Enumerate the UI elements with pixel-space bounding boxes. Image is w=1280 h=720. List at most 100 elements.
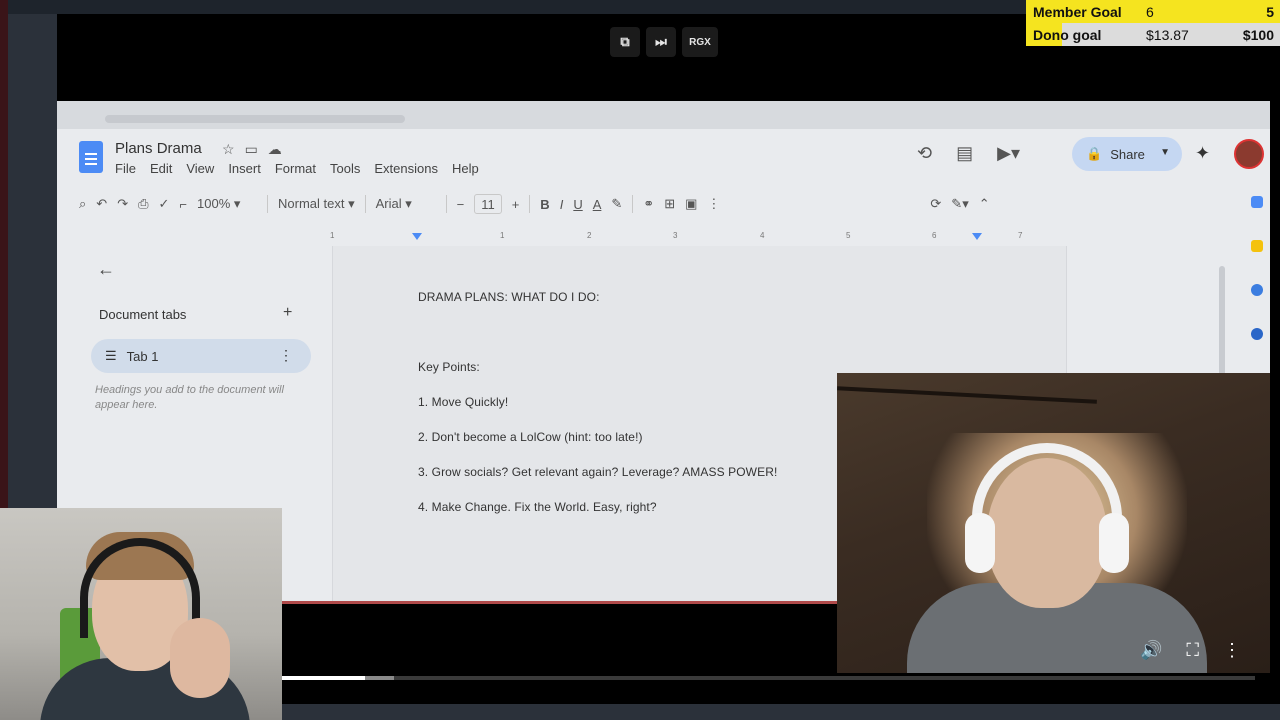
taskbar-strip <box>282 601 882 604</box>
guest-webcam <box>837 373 1270 673</box>
docs-logo-icon[interactable] <box>79 141 103 173</box>
fullscreen-icon[interactable]: ⛶ <box>1186 640 1199 661</box>
doc-item: 3. Grow socials? Get relevant again? Lev… <box>418 465 778 479</box>
tab-1[interactable]: ☰ Tab 1 ⋮ <box>91 339 311 373</box>
document-title[interactable]: Plans Drama <box>115 140 202 157</box>
dono-goal-target: $100 <box>1242 26 1274 43</box>
ruler[interactable]: 1 1 2 3 4 5 6 7 <box>330 231 1065 243</box>
tasks-icon[interactable] <box>1251 284 1263 296</box>
streamer-webcam <box>0 508 282 720</box>
lock-icon: 🔒 <box>1086 146 1103 161</box>
meet-icon[interactable]: ▶▾ <box>997 143 1020 164</box>
font-select[interactable]: Arial ▾ <box>376 196 436 212</box>
style-select[interactable]: Normal text ▾ <box>278 196 355 212</box>
undo-icon[interactable]: ↶ <box>96 196 107 212</box>
paint-format-icon[interactable]: ⌐ <box>179 197 187 212</box>
zoom-select[interactable]: 100% ▾ <box>197 196 257 212</box>
ruler-tick: 5 <box>846 231 851 240</box>
calendar-icon[interactable] <box>1251 196 1263 208</box>
decrease-font-icon[interactable]: − <box>457 197 465 212</box>
left-indent-marker[interactable] <box>412 233 422 240</box>
highlight-icon[interactable]: ✎ <box>611 196 622 212</box>
url-bar[interactable] <box>105 115 405 123</box>
redo-icon[interactable]: ↷ <box>117 196 128 212</box>
doc-item: 2. Don't become a LolCow (hint: too late… <box>418 430 643 444</box>
menu-tools[interactable]: Tools <box>330 161 360 176</box>
style-value: Normal text <box>278 196 345 211</box>
history-icon[interactable]: ⟲ <box>917 143 932 164</box>
font-value: Arial <box>375 196 402 211</box>
streamer-hand <box>170 618 230 698</box>
title-icons: ☆ ▭ ☁ <box>222 141 282 158</box>
contacts-icon[interactable] <box>1251 328 1263 340</box>
member-goal-label: Member Goal <box>1033 3 1122 20</box>
guest-earcup <box>1099 513 1129 573</box>
formatting-toolbar: ⌕ ↶ ↷ ⎙ ✓ ⌐ 100% ▾ Normal text ▾ Arial ▾… <box>79 191 1209 217</box>
link-icon[interactable]: ⚭ <box>643 196 654 212</box>
back-arrow-icon[interactable]: ← <box>97 259 115 280</box>
add-tab-icon[interactable]: + <box>283 304 292 322</box>
ruler-tick: 4 <box>760 231 765 240</box>
editing-mode-icon[interactable]: ✎▾ <box>951 196 968 212</box>
ruler-tick: 6 <box>932 231 937 240</box>
toolbar-divider <box>529 195 531 213</box>
collapse-menus-icon[interactable]: ⌃ <box>979 196 990 212</box>
ruler-tick: 2 <box>587 231 592 240</box>
more-vert-icon[interactable]: ⋮ <box>1223 640 1241 661</box>
member-goal-current: 6 <box>1146 3 1154 20</box>
doc-key-points: Key Points: <box>418 360 480 374</box>
comments-icon[interactable]: ▤ <box>956 143 973 164</box>
menu-format[interactable]: Format <box>275 161 316 176</box>
toolbar-divider <box>445 195 447 213</box>
bold-icon[interactable]: B <box>540 197 549 212</box>
rgx-button[interactable]: RGX <box>682 27 718 57</box>
menu-help[interactable]: Help <box>452 161 479 176</box>
increase-font-icon[interactable]: + <box>512 197 520 212</box>
share-button[interactable]: 🔒 Share ▼ <box>1072 137 1182 171</box>
menu-edit[interactable]: Edit <box>150 161 172 176</box>
right-indent-marker[interactable] <box>972 233 982 240</box>
account-avatar[interactable] <box>1234 139 1264 169</box>
font-size-input[interactable]: 11 <box>474 194 502 214</box>
tabs-heading: Document tabs <box>99 307 187 322</box>
tab-more-icon[interactable]: ⋮ <box>279 347 293 364</box>
share-caret-icon[interactable]: ▼ <box>1160 147 1170 158</box>
star-icon[interactable]: ☆ <box>222 141 235 158</box>
guest-earcup <box>965 513 995 573</box>
tab-icon: ☰ <box>105 348 117 363</box>
underline-icon[interactable]: U <box>573 197 582 212</box>
spellcheck-icon[interactable]: ✓ <box>159 196 170 212</box>
ai-tools-icon[interactable]: ⟳ <box>930 196 941 212</box>
dono-goal-current: $13.87 <box>1146 26 1189 43</box>
image-icon[interactable]: ▣ <box>685 196 697 212</box>
more-tools-icon[interactable]: ⋮ <box>707 196 720 212</box>
video-progress-bar[interactable] <box>282 676 1255 680</box>
comment-add-icon[interactable]: ⊞ <box>664 196 675 212</box>
tab-label: Tab 1 <box>126 348 159 364</box>
stream-stage: ⧉ ⏭ RGX Member Goal 6 5 Dono goal $13.87… <box>0 0 1280 720</box>
text-color-icon[interactable]: A <box>593 197 602 212</box>
ruler-tick: 7 <box>1018 231 1023 240</box>
menu-view[interactable]: View <box>186 161 214 176</box>
menu-extensions[interactable]: Extensions <box>374 161 438 176</box>
popout-icon[interactable]: ⧉ <box>610 27 640 57</box>
volume-icon[interactable]: 🔊 <box>1140 640 1162 661</box>
keep-icon[interactable] <box>1251 240 1263 252</box>
goals-overlay: Member Goal 6 5 Dono goal $13.87 $100 <box>1026 0 1280 46</box>
menu-insert[interactable]: Insert <box>228 161 261 176</box>
cloud-status-icon[interactable]: ☁ <box>268 141 282 158</box>
browser-bar <box>57 101 1270 129</box>
print-icon[interactable]: ⎙ <box>138 196 148 212</box>
search-menus-icon[interactable]: ⌕ <box>79 196 86 212</box>
italic-icon[interactable]: I <box>560 197 564 212</box>
ruler-tick: 3 <box>673 231 678 240</box>
progress-buffer <box>364 676 394 680</box>
menu-file[interactable]: File <box>115 161 136 176</box>
move-folder-icon[interactable]: ▭ <box>245 141 258 158</box>
gemini-icon[interactable]: ✦ <box>1195 143 1210 164</box>
header-tools: ⟲ ▤ ▶▾ <box>917 143 1020 164</box>
skip-next-icon[interactable]: ⏭ <box>646 27 676 57</box>
member-goal: Member Goal 6 5 <box>1026 0 1280 23</box>
doc-item: 1. Move Quickly! <box>418 395 509 409</box>
doc-scrollbar[interactable] <box>1219 266 1225 376</box>
